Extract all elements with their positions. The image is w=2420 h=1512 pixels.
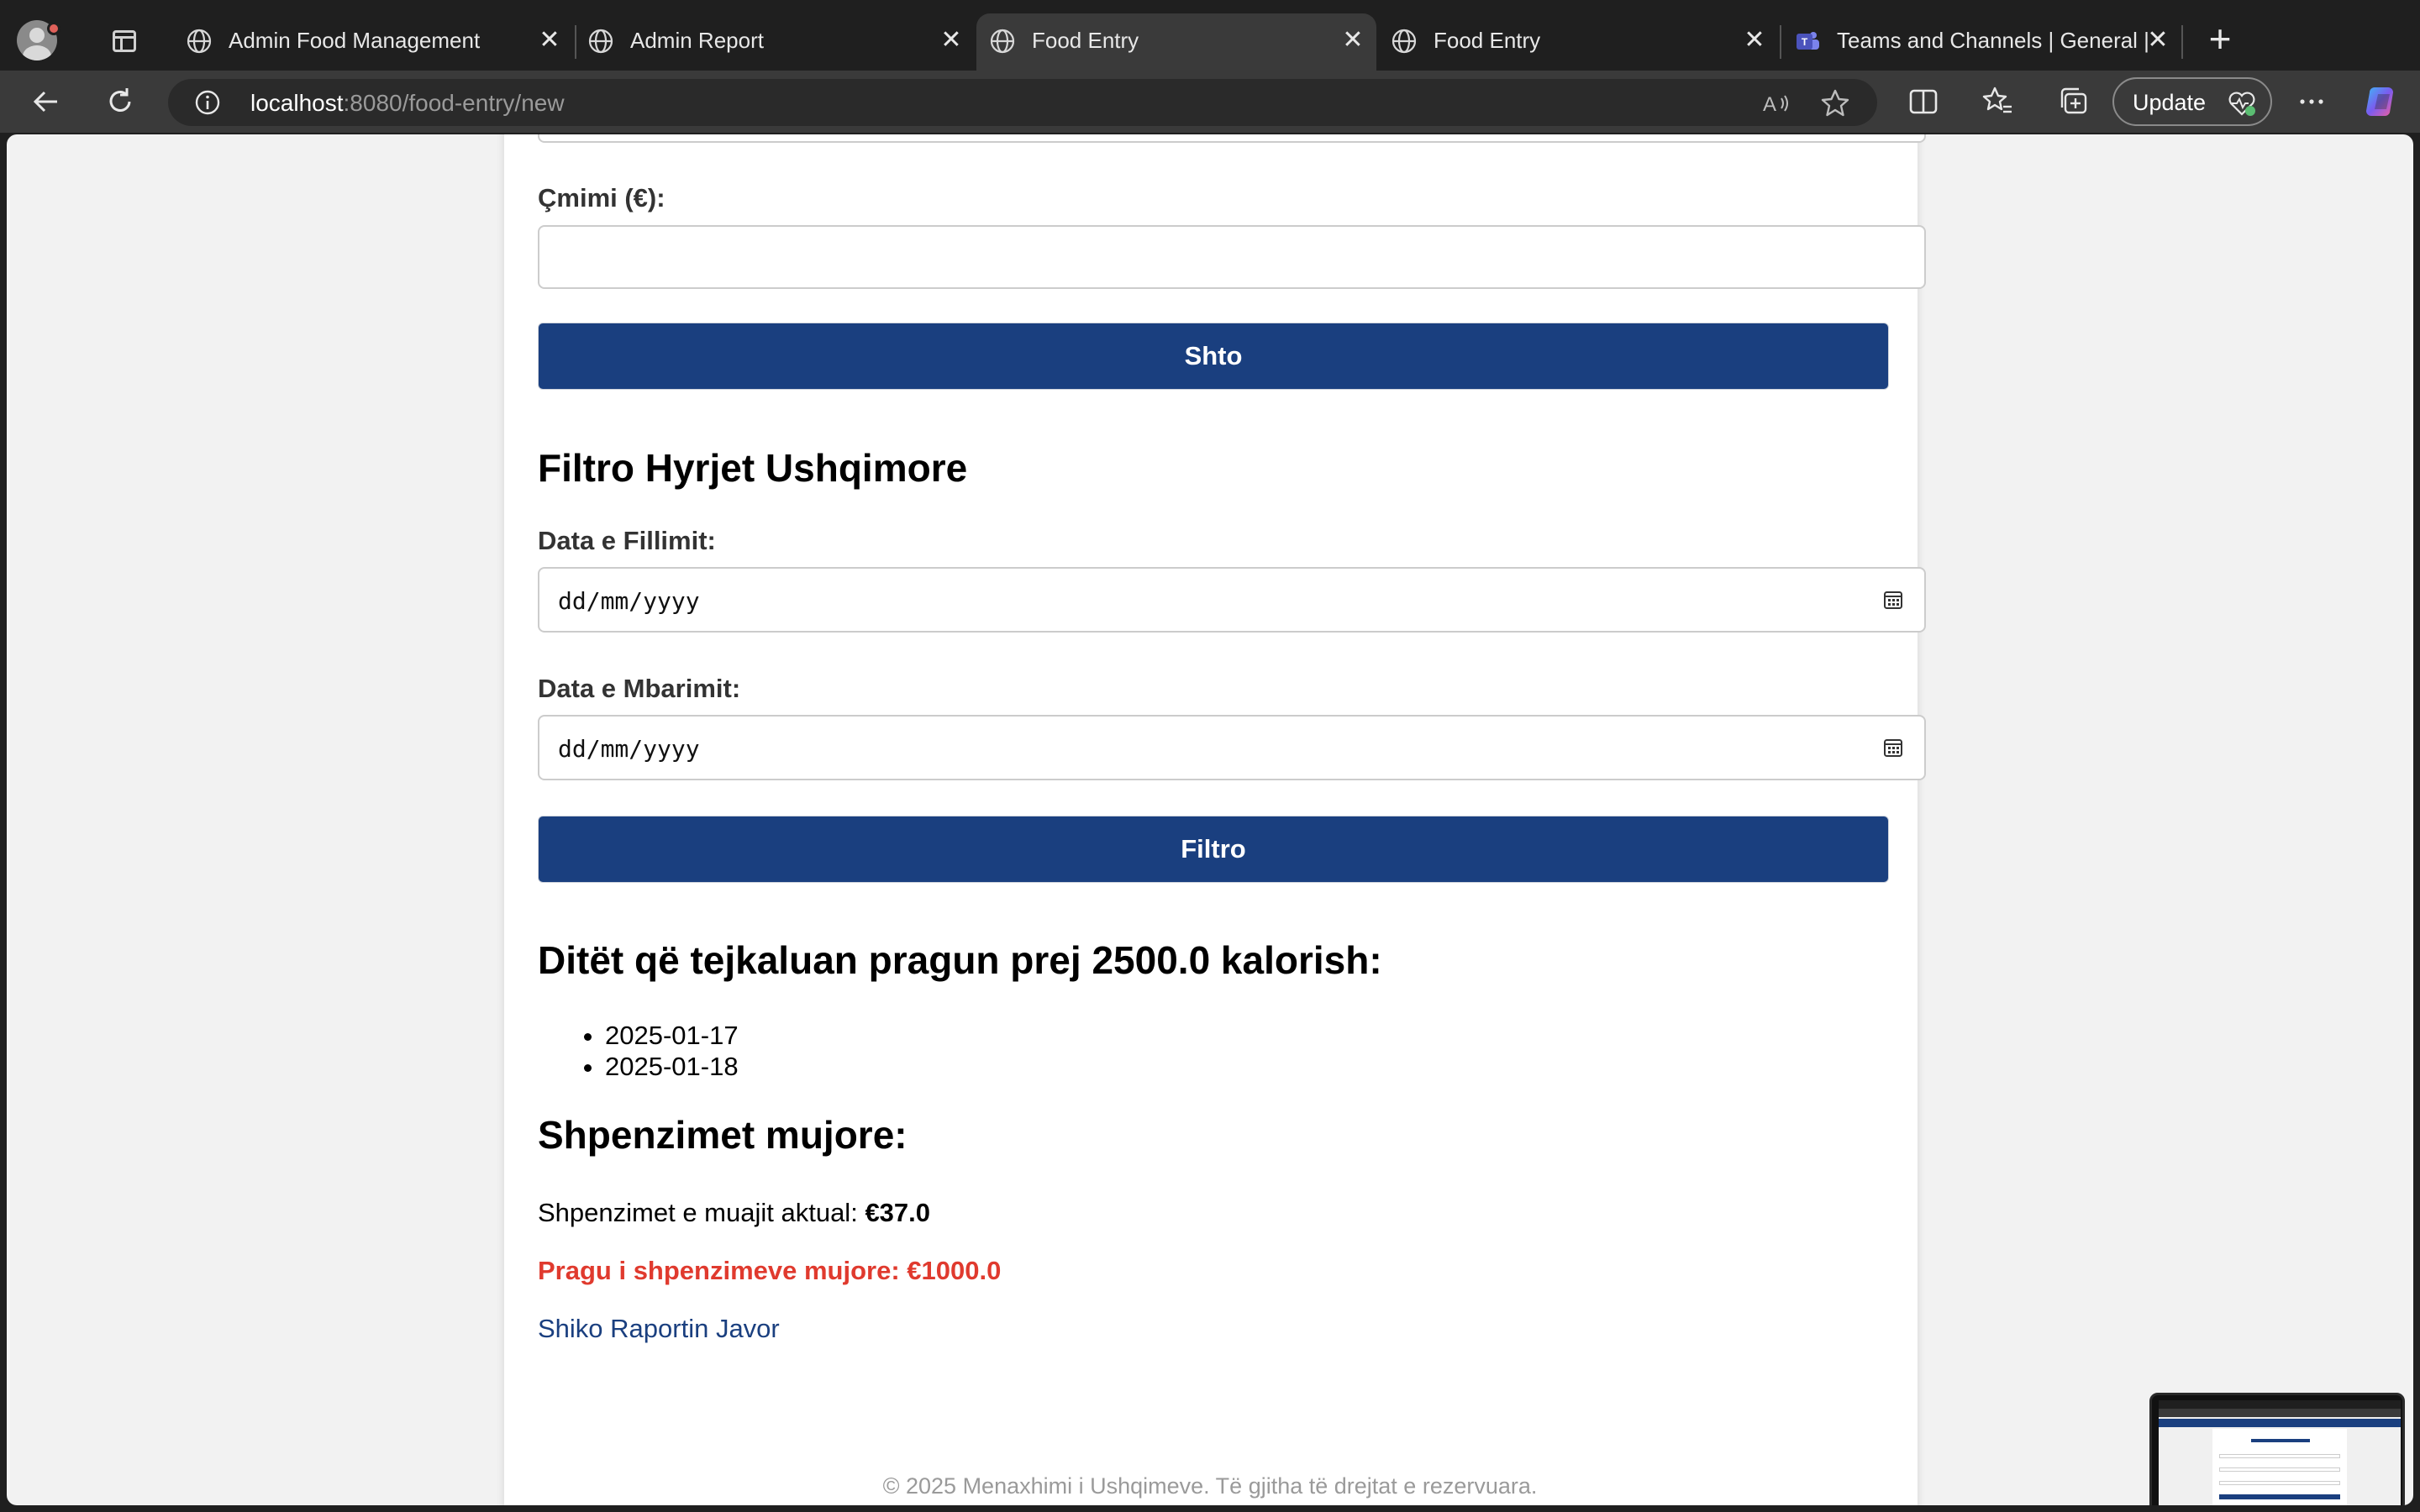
tab-title: Admin Food Management <box>229 28 481 53</box>
list-item: 2025-01-18 <box>605 1051 739 1082</box>
refresh-icon[interactable] <box>101 82 139 121</box>
tab-admin-food-management[interactable]: Admin Food Management ✕ <box>173 13 573 71</box>
notification-dot <box>47 22 60 35</box>
svg-text:T: T <box>1802 36 1808 48</box>
filter-button[interactable]: Filtro <box>538 816 1889 883</box>
calendar-icon[interactable] <box>1882 737 1904 759</box>
globe-icon <box>990 29 1015 54</box>
site-info-icon[interactable] <box>193 88 222 117</box>
update-button[interactable]: Update <box>2112 77 2272 126</box>
globe-icon <box>187 29 212 54</box>
page-footer: © 2025 Menaxhimi i Ushqimeve. Të gjitha … <box>882 1473 1538 1499</box>
exceeded-days-list: 2025-01-17 2025-01-18 <box>538 1020 739 1082</box>
close-icon[interactable]: ✕ <box>936 25 966 55</box>
read-aloud-icon[interactable]: A <box>1761 88 1791 118</box>
end-date-label: Data e Mbarimit: <box>538 674 741 703</box>
globe-icon <box>588 29 613 54</box>
calorie-threshold-heading: Ditët që tejkaluan pragun prej 2500.0 ka… <box>538 938 1382 982</box>
address-bar[interactable]: localhost:8080/food-entry/new A <box>168 79 1877 126</box>
page-viewport: Çmimi (€): Shto Filtro Hyrjet Ushqimore … <box>7 134 2413 1505</box>
list-item: 2025-01-17 <box>605 1020 739 1051</box>
tab-title: Teams and Channels | General | <box>1837 28 2148 53</box>
favorite-star-icon[interactable] <box>1818 87 1852 120</box>
tab-strip: Admin Food Management ✕ Admin Report ✕ F… <box>0 0 2420 71</box>
close-icon[interactable]: ✕ <box>1739 25 1770 55</box>
tab-title: Admin Report <box>630 28 764 53</box>
filter-heading: Filtro Hyrjet Ushqimore <box>538 446 968 490</box>
close-icon[interactable]: ✕ <box>2143 25 2173 55</box>
current-month-expenses: Shpenzimet e muajit aktual: €37.0 <box>538 1198 931 1227</box>
tab-title: Food Entry <box>1032 28 1139 53</box>
copilot-icon[interactable] <box>2363 82 2402 121</box>
tab-divider <box>2181 25 2183 59</box>
calendar-icon[interactable] <box>1882 589 1904 611</box>
teams-icon: T <box>1797 32 1819 50</box>
globe-icon <box>1392 29 1417 54</box>
end-date-input[interactable]: dd/mm/yyyy <box>538 715 1926 780</box>
price-label: Çmimi (€): <box>538 183 666 213</box>
back-icon[interactable] <box>27 82 66 121</box>
tab-teams-channels[interactable]: T Teams and Channels | General | ✕ <box>1781 13 2181 71</box>
tab-food-entry[interactable]: Food Entry ✕ <box>1378 13 1778 71</box>
weekly-report-link[interactable]: Shiko Raportin Javor <box>538 1314 780 1344</box>
url-text: localhost:8080/food-entry/new <box>250 90 565 116</box>
favorites-icon[interactable] <box>1978 82 2017 121</box>
tab-title: Food Entry <box>1434 28 1541 53</box>
previous-input-field[interactable] <box>538 134 1926 143</box>
start-date-input[interactable]: dd/mm/yyyy <box>538 567 1926 633</box>
tab-actions-icon[interactable] <box>113 30 136 52</box>
close-icon[interactable]: ✕ <box>534 25 565 55</box>
start-date-label: Data e Fillimit: <box>538 526 716 555</box>
tab-admin-report[interactable]: Admin Report ✕ <box>575 13 975 71</box>
update-label: Update <box>2133 90 2207 115</box>
add-button[interactable]: Shto <box>538 323 1889 390</box>
end-date-placeholder: dd/mm/yyyy <box>558 735 700 763</box>
collections-icon[interactable] <box>2054 82 2092 121</box>
price-input[interactable] <box>538 225 1926 289</box>
browser-toolbar: localhost:8080/food-entry/new A Update <box>0 71 2420 133</box>
more-options-icon[interactable] <box>2292 82 2331 121</box>
current-expenses-value: €37.0 <box>865 1198 931 1227</box>
monthly-expenses-heading: Shpenzimet mujore: <box>538 1113 908 1157</box>
expense-limit-warning: Pragu i shpenzimeve mujore: €1000.0 <box>538 1256 1002 1285</box>
svg-text:A: A <box>1763 93 1776 116</box>
tab-food-entry-active[interactable]: Food Entry ✕ <box>976 13 1376 71</box>
new-tab-icon[interactable]: + <box>2202 19 2238 59</box>
browser-health-icon <box>2228 92 2255 116</box>
close-icon[interactable]: ✕ <box>1338 25 1368 55</box>
split-screen-icon[interactable] <box>1904 82 1943 121</box>
window-preview-thumbnail[interactable] <box>2149 1393 2405 1505</box>
start-date-placeholder: dd/mm/yyyy <box>558 587 700 615</box>
